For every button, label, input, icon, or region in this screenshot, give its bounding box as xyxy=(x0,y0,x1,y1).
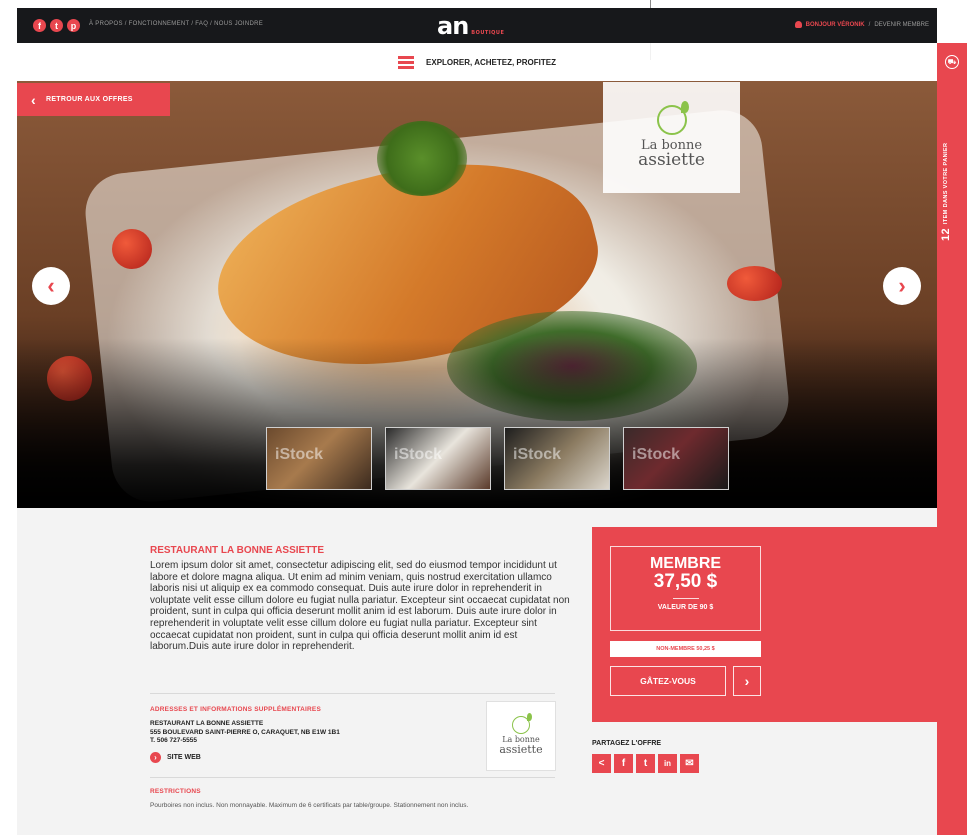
non-member-price: NON-MEMBRE 50,25 $ xyxy=(610,641,761,657)
brand-logo-card: La bonne assiette xyxy=(603,82,740,193)
restrictions-title: RESTRICTIONS xyxy=(150,788,201,795)
thumbnail[interactable]: iStock xyxy=(623,427,729,490)
twitter-icon[interactable]: t xyxy=(636,754,655,773)
hamburger-icon[interactable] xyxy=(398,55,415,69)
restaurant-logo: La bonne assiette xyxy=(486,701,556,771)
user-greeting[interactable]: BONJOUR VÉRONIK xyxy=(806,22,865,28)
divider xyxy=(150,777,555,778)
social-links: f t p xyxy=(33,19,80,32)
logo-subtitle: BOUTIQUE xyxy=(471,30,505,36)
linkedin-icon[interactable]: in xyxy=(658,754,677,773)
thumbnail-watermark: iStock xyxy=(632,446,681,463)
page: f t p À PROPOS / FONCTIONNEMENT / FAQ / … xyxy=(0,0,977,835)
logo-line-2: assiette xyxy=(499,743,543,757)
become-member-link[interactable]: DEVENIR MEMBRE xyxy=(874,22,929,28)
offer-description: Lorem ipsum dolor sit amet, consectetur … xyxy=(150,560,570,653)
back-to-offers-button[interactable]: ‹ RETROUR AUX OFFRES xyxy=(17,83,170,116)
member-price-box: MEMBRE 37,50 $ VALEUR DE 90 $ xyxy=(610,546,761,631)
hero-herb xyxy=(377,121,467,196)
address-phone: T. 506 727-5555 xyxy=(150,737,197,744)
website-label: SITE WEB xyxy=(167,754,201,761)
next-slide-button[interactable]: › xyxy=(883,267,921,305)
user-menu: BONJOUR VÉRONIK / DEVENIR MEMBRE xyxy=(794,21,929,28)
top-bar: f t p À PROPOS / FONCTIONNEMENT / FAQ / … xyxy=(17,8,937,43)
explore-label[interactable]: EXPLORER, ACHETEZ, PROFITEZ xyxy=(426,58,556,67)
share-icons: < f t in ✉ xyxy=(592,754,699,773)
restaurant-logo-name: La bonne assiette xyxy=(499,735,543,757)
hero-tomato xyxy=(727,266,782,301)
cart-count-label[interactable]: 12 ITEM DANS VOTRE PANIER xyxy=(940,101,964,241)
offer-title: RESTAURANT LA BONNE ASSIETTE xyxy=(150,545,325,556)
site-logo[interactable]: an BOUTIQUE xyxy=(437,12,504,40)
thumbnail[interactable]: iStock xyxy=(266,427,372,490)
addresses-title: ADRESSES ET INFORMATIONS SUPPLÉMENTAIRES xyxy=(150,706,321,713)
thumbnail[interactable]: iStock xyxy=(385,427,491,490)
thumbnail[interactable]: iStock xyxy=(504,427,610,490)
share-label: PARTAGEZ L'OFFRE xyxy=(592,740,662,747)
cart-count: 12 xyxy=(940,227,952,241)
member-price: 37,50 $ xyxy=(653,571,718,592)
facebook-icon[interactable]: f xyxy=(614,754,633,773)
prev-slide-button[interactable]: ‹ xyxy=(32,267,70,305)
restrictions-text: Pourboires non inclus. Non monnayable. M… xyxy=(150,802,469,809)
thumbnail-watermark: iStock xyxy=(394,446,443,463)
pinterest-icon[interactable]: p xyxy=(67,19,80,32)
buy-button[interactable]: GÂTEZ-VOUS xyxy=(610,666,726,696)
explore-bar: EXPLORER, ACHETEZ, PROFITEZ xyxy=(17,43,937,81)
cart-rail[interactable]: ⛟ 12 ITEM DANS VOTRE PANIER xyxy=(937,43,967,835)
back-to-offers-label: RETROUR AUX OFFRES xyxy=(45,96,133,103)
thumbnail-watermark: iStock xyxy=(275,446,324,463)
divider xyxy=(150,693,555,694)
thumbnail-watermark: iStock xyxy=(513,446,562,463)
address-street: 555 BOULEVARD SAINT-PIERRE O, CARAQUET, … xyxy=(150,728,340,736)
price-separator xyxy=(672,598,699,599)
leaf-logo-icon xyxy=(512,713,532,735)
top-nav-links[interactable]: À PROPOS / FONCTIONNEMENT / FAQ / NOUS J… xyxy=(89,21,263,27)
buy-arrow-button[interactable]: › xyxy=(733,666,761,696)
hero-tomato xyxy=(112,229,152,269)
share-icon[interactable]: < xyxy=(592,754,611,773)
cart-count-text: ITEM DANS VOTRE PANIER xyxy=(943,142,949,225)
value-label: VALEUR DE 90 $ xyxy=(657,604,714,611)
user-separator: / xyxy=(868,21,871,28)
twitter-icon[interactable]: t xyxy=(50,19,63,32)
brand-name: La bonne assiette xyxy=(638,138,705,171)
user-icon xyxy=(794,21,802,28)
email-icon[interactable]: ✉ xyxy=(680,754,699,773)
address-name: RESTAURANT LA BONNE ASSIETTE xyxy=(150,720,264,727)
thumbnail-strip: iStock iStock iStock iStock xyxy=(266,427,729,490)
brand-line-2: assiette xyxy=(638,150,705,171)
leaf-logo-icon xyxy=(656,100,689,135)
website-link[interactable]: › SITE WEB xyxy=(150,752,201,763)
member-label: MEMBRE xyxy=(649,555,722,572)
cart-icon[interactable]: ⛟ xyxy=(945,55,959,69)
facebook-icon[interactable]: f xyxy=(33,19,46,32)
chevron-left-icon: ‹ xyxy=(31,91,36,108)
chevron-right-icon: › xyxy=(150,752,161,763)
logo-text: an xyxy=(437,12,469,40)
address-block: RESTAURANT LA BONNE ASSIETTE 555 BOULEVA… xyxy=(150,720,340,746)
